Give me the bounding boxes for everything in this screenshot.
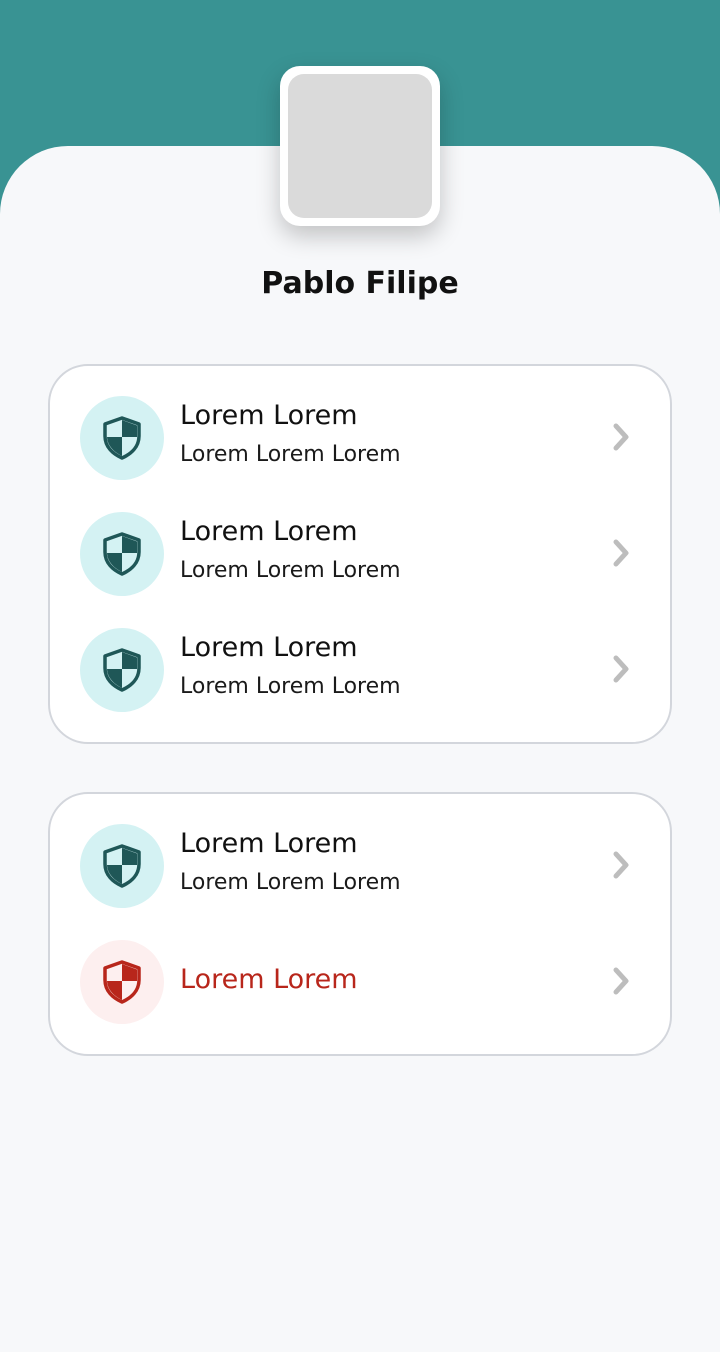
shield-icon — [80, 940, 164, 1024]
chevron-right-icon — [606, 850, 636, 880]
list-item-subtitle: Lorem Lorem Lorem — [180, 558, 401, 583]
content-sheet — [0, 146, 720, 1352]
list-item[interactable]: Lorem Lorem Lorem Lorem Lorem — [80, 628, 644, 714]
list-item-title: Lorem Lorem — [180, 828, 358, 859]
chevron-right-icon — [606, 538, 636, 568]
list-item-title: Lorem Lorem — [180, 516, 358, 547]
danger-item-title: Lorem Lorem — [180, 964, 358, 995]
shield-icon — [80, 824, 164, 908]
list-item-subtitle: Lorem Lorem Lorem — [180, 870, 401, 895]
list-item-title: Lorem Lorem — [180, 632, 358, 663]
list-item-subtitle: Lorem Lorem Lorem — [180, 442, 401, 467]
chevron-right-icon — [606, 654, 636, 684]
chevron-right-icon — [606, 966, 636, 996]
shield-icon — [80, 628, 164, 712]
danger-list-item[interactable]: Lorem Lorem — [80, 940, 644, 1026]
profile-name: Pablo Filipe — [261, 266, 459, 301]
list-item[interactable]: Lorem Lorem Lorem Lorem Lorem — [80, 396, 644, 482]
shield-icon — [80, 512, 164, 596]
settings-card-1: Lorem Lorem Lorem Lorem Lorem Lorem Lore… — [48, 364, 672, 744]
avatar[interactable] — [280, 66, 440, 226]
shield-icon — [80, 396, 164, 480]
list-item-subtitle: Lorem Lorem Lorem — [180, 674, 401, 699]
list-item[interactable]: Lorem Lorem Lorem Lorem Lorem — [80, 512, 644, 598]
settings-card-2: Lorem Lorem Lorem Lorem Lorem Lorem Lore… — [48, 792, 672, 1056]
list-item[interactable]: Lorem Lorem Lorem Lorem Lorem — [80, 824, 644, 910]
avatar-placeholder — [288, 74, 432, 218]
list-item-title: Lorem Lorem — [180, 400, 358, 431]
chevron-right-icon — [606, 422, 636, 452]
